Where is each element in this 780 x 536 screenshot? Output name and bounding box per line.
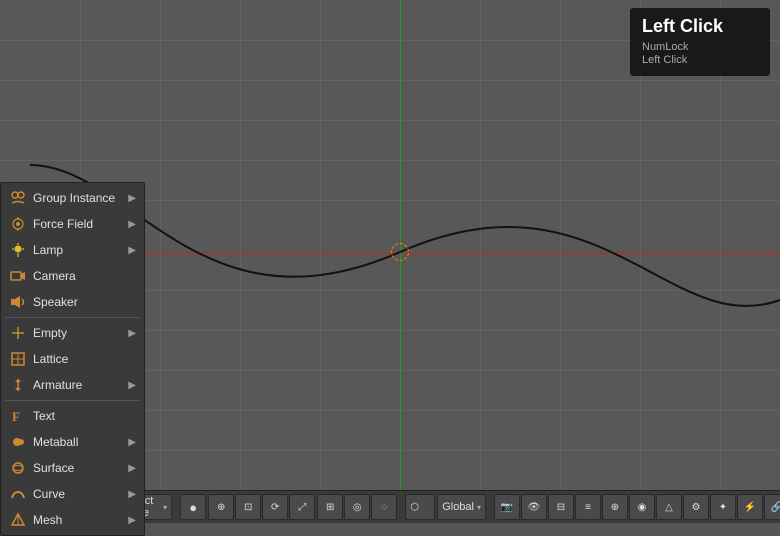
armature-icon <box>9 376 27 394</box>
speaker-icon <box>9 293 27 311</box>
transform-group: ⊕ ⊡ ⟳ ⤢ <box>208 494 315 520</box>
layers-btn[interactable]: ≡ <box>575 494 601 520</box>
render-btn[interactable]: 📷 <box>494 494 520 520</box>
menu-item-surface[interactable]: Surface ▶ <box>1 455 144 481</box>
lamp-label: Lamp <box>33 243 124 257</box>
menu-divider <box>5 317 140 318</box>
group-instance-label: Group Instance <box>33 191 124 205</box>
tooltip-subtitle: NumLock <box>642 41 758 53</box>
empty-icon <box>9 324 27 342</box>
empty-label: Empty <box>33 326 124 340</box>
menu-item-empty[interactable]: Empty ▶ <box>1 320 144 346</box>
camera-icon <box>9 267 27 285</box>
pivot-select[interactable]: ⬡ <box>405 494 435 520</box>
snap-btn[interactable]: ⊞ <box>317 494 343 520</box>
proportional-btn[interactable]: ◎ <box>344 494 370 520</box>
right-icons: 📷 👁 ⊟ ≡ ⊕ ◉ △ ⚙ ✦ ⚡ 🔗 ◻ <box>494 494 780 520</box>
menu-item-text[interactable]: F Text <box>1 403 144 429</box>
text-label: Text <box>33 409 136 423</box>
filter-btn[interactable]: ⊟ <box>548 494 574 520</box>
origin-circle <box>391 243 409 261</box>
global-label: Global <box>442 501 474 513</box>
lamp-icon <box>9 241 27 259</box>
force-field-submenu-arrow: ▶ <box>128 219 136 230</box>
surface-submenu-arrow: ▶ <box>128 463 136 474</box>
tooltip-box: Left Click NumLock Left Click <box>630 8 770 76</box>
empty-submenu-arrow: ▶ <box>128 328 136 339</box>
tooltip-action: Left Click <box>642 54 758 66</box>
menu-item-metaball[interactable]: Metaball ▶ <box>1 429 144 455</box>
mesh-submenu-arrow: ▶ <box>128 515 136 526</box>
constraints-btn[interactable]: 🔗 <box>764 494 780 520</box>
armature-submenu-arrow: ▶ <box>128 380 136 391</box>
scene-btn[interactable]: ⊕ <box>602 494 628 520</box>
menu-item-group-instance[interactable]: Group Instance ▶ <box>1 185 144 211</box>
metaball-submenu-arrow: ▶ <box>128 437 136 448</box>
menu-item-speaker[interactable]: Speaker <box>1 289 144 315</box>
menu-divider <box>5 400 140 401</box>
menu-item-mesh[interactable]: Mesh ▶ <box>1 507 144 533</box>
force-field-icon <box>9 215 27 233</box>
curve-label: Curve <box>33 487 124 501</box>
menu-item-armature[interactable]: Armature ▶ <box>1 372 144 398</box>
world-btn[interactable]: ◉ <box>629 494 655 520</box>
text-icon: F <box>9 407 27 425</box>
speaker-label: Speaker <box>33 295 136 309</box>
lamp-submenu-arrow: ▶ <box>128 245 136 256</box>
metaball-label: Metaball <box>33 435 124 449</box>
mode-chevron: ▾ <box>163 503 167 512</box>
rotate-btn[interactable]: ⟳ <box>262 494 288 520</box>
viewport-shading-group: ● <box>180 494 206 520</box>
scale-btn[interactable]: ⊡ <box>235 494 261 520</box>
menu-item-camera[interactable]: Camera <box>1 263 144 289</box>
shrink-btn[interactable]: ◌ <box>371 494 397 520</box>
group-instance-icon <box>9 189 27 207</box>
armature-label: Armature <box>33 378 124 392</box>
svg-text:F: F <box>12 409 20 424</box>
lattice-icon <box>9 350 27 368</box>
translate-btn[interactable]: ⊕ <box>208 494 234 520</box>
menu-item-lattice[interactable]: Lattice <box>1 346 144 372</box>
curve-icon <box>9 485 27 503</box>
surface-icon <box>9 459 27 477</box>
global-chevron: ▾ <box>477 503 481 512</box>
transform-btn[interactable]: ⤢ <box>289 494 315 520</box>
surface-label: Surface <box>33 461 124 475</box>
force-field-label: Force Field <box>33 217 124 231</box>
global-select[interactable]: Global ▾ <box>437 494 486 520</box>
snap-group: ⊞ ◎ ◌ <box>317 494 397 520</box>
object-data-btn[interactable]: △ <box>656 494 682 520</box>
modifier-btn[interactable]: ⚙ <box>683 494 709 520</box>
menu-item-lamp[interactable]: Lamp ▶ <box>1 237 144 263</box>
group-instance-submenu-arrow: ▶ <box>128 193 136 204</box>
tooltip-title: Left Click <box>642 16 758 37</box>
add-menu: Group Instance ▶ Force Field ▶ Lamp ▶ Camera Sp… <box>0 182 145 536</box>
camera-label: Camera <box>33 269 136 283</box>
mesh-label: Mesh <box>33 513 124 527</box>
physics-btn[interactable]: ⚡ <box>737 494 763 520</box>
menu-item-force-field[interactable]: Force Field ▶ <box>1 211 144 237</box>
menu-item-curve[interactable]: Curve ▶ <box>1 481 144 507</box>
mesh-icon <box>9 511 27 529</box>
lattice-label: Lattice <box>33 352 136 366</box>
view-btn[interactable]: 👁 <box>521 494 547 520</box>
curve-submenu-arrow: ▶ <box>128 489 136 500</box>
viewport-shading-btn[interactable]: ● <box>180 494 206 520</box>
particles-btn[interactable]: ✦ <box>710 494 736 520</box>
metaball-icon <box>9 433 27 451</box>
